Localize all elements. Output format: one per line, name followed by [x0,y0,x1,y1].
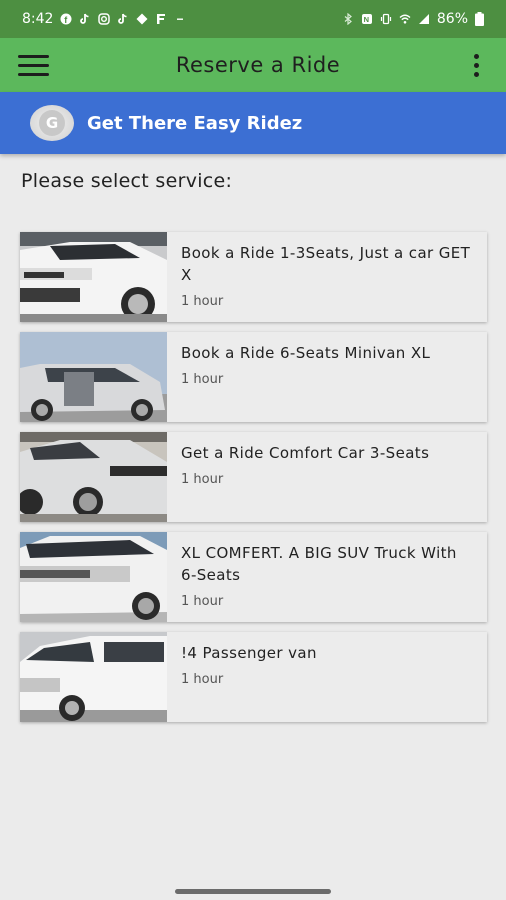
service-title: XL COMFERT. A BIG SUV Truck With 6-Seats [181,544,457,584]
business-name: Get There Easy Ridez [87,112,303,134]
vehicle-photo [20,332,167,422]
wifi-icon [399,14,411,24]
service-duration: 1 hour [181,472,224,487]
service-card[interactable]: Book a Ride 6-Seats Minivan XL 1 hour [20,332,487,422]
app-notification-icon [136,13,148,25]
app-bar: Reserve a Ride [0,38,506,92]
app-notification-icon [157,14,166,24]
gesture-navigation-bar[interactable] [175,889,331,894]
more-options-icon[interactable] [464,48,488,82]
instagram-icon [98,13,111,25]
service-card[interactable]: !4 Passenger van 1 hour [20,632,487,722]
page-title: Reserve a Ride [175,53,341,77]
service-title: Get a Ride Comfort Car 3-Seats [181,444,430,462]
vehicle-photo [20,432,167,522]
service-card[interactable]: XL COMFERT. A BIG SUV Truck With 6-Seats… [20,532,487,622]
battery-icon [475,12,484,26]
svg-text:N: N [363,15,368,24]
hamburger-menu-icon[interactable] [18,48,52,82]
facebook-icon: f [60,13,72,25]
vibrate-icon [380,13,391,25]
service-title: Book a Ride 6-Seats Minivan XL [181,344,431,362]
battery-percentage: 86% [436,11,468,27]
select-service-heading: Please select service: [21,170,233,192]
bluetooth-icon [344,13,352,25]
service-duration: 1 hour [181,672,224,687]
vehicle-photo [20,532,167,622]
business-header: G Get There Easy Ridez [0,92,506,154]
service-list: Book a Ride 1-3Seats, Just a car GET X 1… [20,232,487,732]
service-title: Book a Ride 1-3Seats, Just a car GET X [181,244,471,284]
business-logo: G [30,105,74,141]
status-time: 8:42 [22,11,54,27]
service-card[interactable]: Book a Ride 1-3Seats, Just a car GET X 1… [20,232,487,322]
service-title: !4 Passenger van [181,644,317,662]
vehicle-photo [20,232,167,322]
signal-icon [418,14,429,24]
dash-icon [177,18,184,20]
service-duration: 1 hour [181,372,224,387]
status-bar: 8:42 f N 86% [0,0,506,38]
tiktok-icon [80,13,90,24]
service-duration: 1 hour [181,594,224,609]
service-card[interactable]: Get a Ride Comfort Car 3-Seats 1 hour [20,432,487,522]
nfc-icon: N [361,14,372,24]
vehicle-photo [20,632,167,722]
service-duration: 1 hour [181,294,224,309]
tiktok-icon [118,13,128,24]
logo-letter: G [39,110,65,136]
